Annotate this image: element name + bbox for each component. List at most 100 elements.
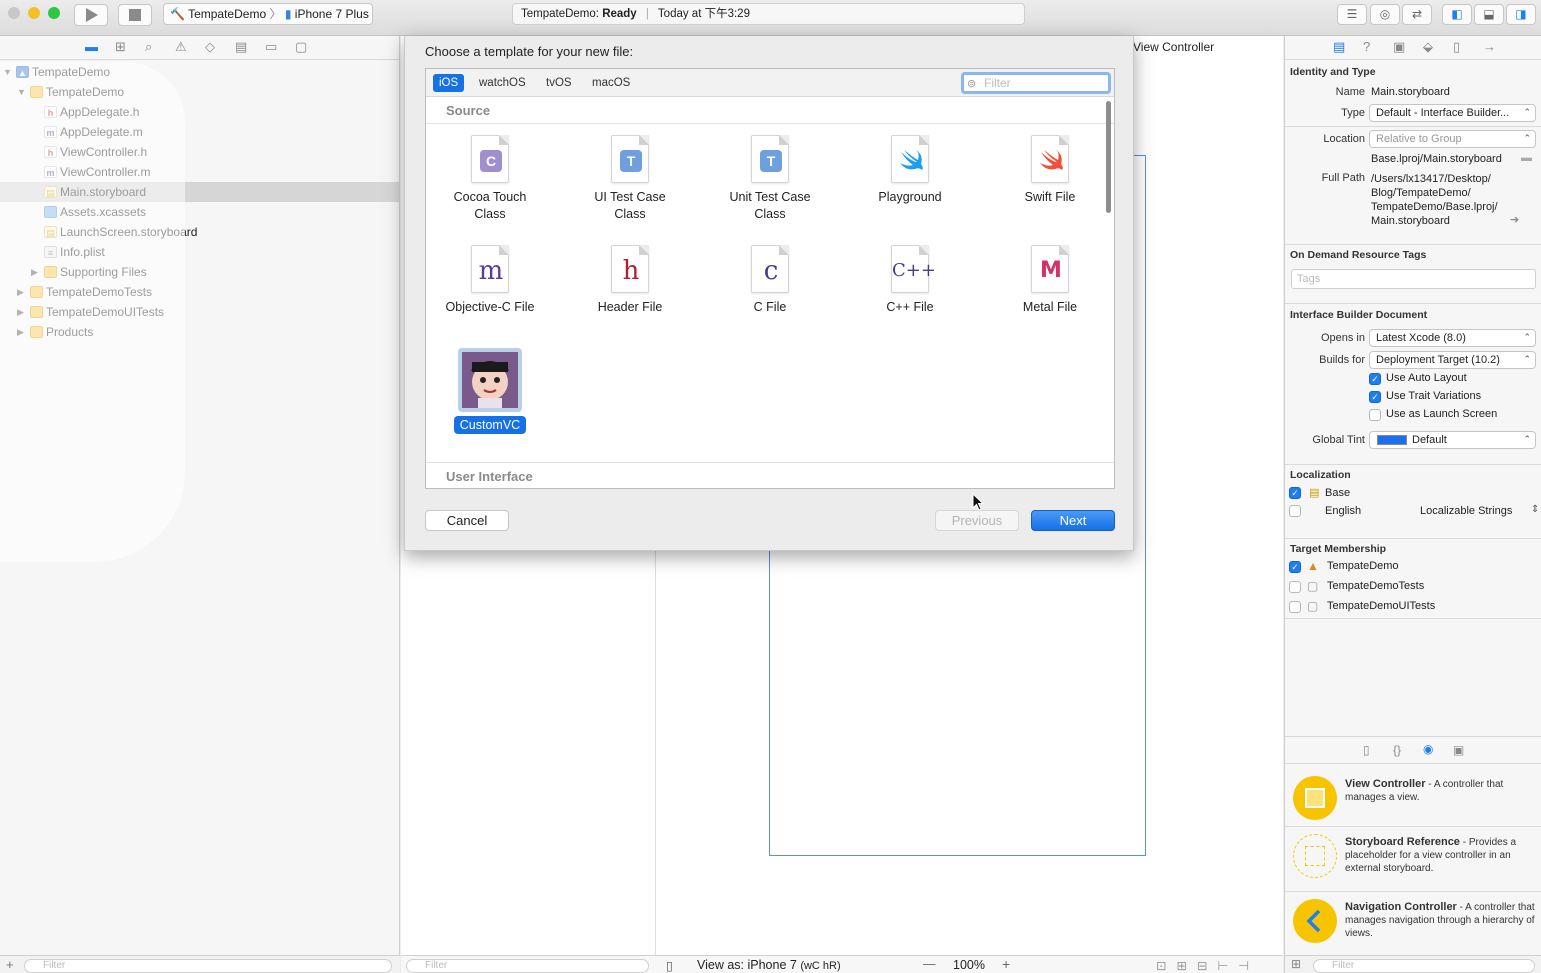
tab-tvos[interactable]: tvOS <box>540 74 578 92</box>
template-item[interactable]: C++ C++ File <box>850 245 970 316</box>
file-tree-row[interactable]: h AppDelegate.h <box>0 102 399 122</box>
disclosure-open-icon[interactable]: ▼ <box>3 62 12 82</box>
folder-icon[interactable]: ▬ <box>85 39 98 54</box>
identity-icon[interactable]: ▣ <box>1393 39 1405 55</box>
library-item[interactable]: View Controller - A controller that mana… <box>1285 770 1541 836</box>
tab-ios[interactable]: iOS <box>433 74 465 92</box>
loc-base-checkbox[interactable]: ✓ <box>1289 487 1301 499</box>
option-checkbox[interactable]: ✓ <box>1369 391 1381 403</box>
template-item[interactable]: M Metal File <box>990 245 1110 316</box>
file-tree-row[interactable]: ▤ Main.storyboard <box>0 182 399 202</box>
tags-input[interactable]: Tags <box>1291 269 1536 289</box>
help-icon[interactable]: ? <box>1363 39 1370 54</box>
disclosure-closed-icon[interactable]: ▶ <box>17 322 24 342</box>
test-icon[interactable]: ◇ <box>205 39 215 55</box>
search-icon[interactable]: ⌕ <box>145 39 152 55</box>
global-tint-popup[interactable]: Default <box>1369 431 1536 449</box>
file-tree-row[interactable]: m ViewController.m <box>0 162 399 182</box>
target-checkbox[interactable] <box>1289 581 1301 593</box>
template-item[interactable]: c C File <box>710 245 830 316</box>
report-icon[interactable]: ▢ <box>295 39 307 55</box>
file-tree-row[interactable]: ▶ TempateDemoTests <box>0 282 399 302</box>
code-snippet-icon[interactable]: {} <box>1393 743 1401 757</box>
file-tree-row[interactable]: ▼ ▲ TempateDemo <box>0 62 399 82</box>
template-item[interactable]: Swift File <box>990 135 1110 206</box>
file-tree-row[interactable]: ▶ Supporting Files <box>0 262 399 282</box>
minimize-window-button[interactable] <box>28 7 40 19</box>
target-checkbox[interactable] <box>1289 601 1301 613</box>
name-value[interactable]: Main.storyboard <box>1371 86 1450 98</box>
standard-editor-button[interactable]: ☰ <box>1337 4 1367 25</box>
debug-icon[interactable]: ▤ <box>235 39 247 55</box>
size-icon[interactable]: ▯ <box>1453 39 1460 55</box>
attributes-icon[interactable]: ⬙ <box>1423 39 1433 55</box>
object-library-icon[interactable]: ◉ <box>1423 742 1433 756</box>
loc-english-checkbox[interactable] <box>1289 505 1301 517</box>
scheme-selector[interactable]: 🔨 TempateDemo 〉 ▮ iPhone 7 Plus <box>163 3 373 25</box>
target-checkbox[interactable]: ✓ <box>1289 561 1301 573</box>
assistant-editor-button[interactable]: ◎ <box>1370 4 1400 25</box>
template-customvc[interactable]: CustomVC <box>430 348 550 434</box>
disclosure-closed-icon[interactable]: ▶ <box>17 282 24 302</box>
zoom-window-button[interactable] <box>48 7 60 19</box>
outline-toggle-icon[interactable]: ▯ <box>666 958 673 973</box>
connections-icon[interactable]: → <box>1483 39 1496 54</box>
version-editor-button[interactable]: ⇄ <box>1402 4 1432 25</box>
file-tree-row[interactable]: ▤ LaunchScreen.storyboard <box>0 222 399 242</box>
zoom-in-button[interactable]: + <box>1002 956 1010 972</box>
warning-icon[interactable]: ⚠ <box>175 39 187 55</box>
zoom-out-button[interactable]: — <box>923 957 936 971</box>
close-window-button[interactable] <box>8 7 20 19</box>
file-tree-row[interactable]: h ViewController.h <box>0 142 399 162</box>
source-control-icon[interactable]: ⊞ <box>115 39 126 55</box>
view-as-label[interactable]: View as: iPhone 7 (wC hR) <box>697 958 841 972</box>
template-filter-input[interactable]: ⊜ Filter <box>961 72 1111 94</box>
template-item[interactable]: C Cocoa Touch Class <box>430 135 550 223</box>
breakpoint-icon[interactable]: ▭ <box>265 39 277 55</box>
disclosure-closed-icon[interactable]: ▶ <box>31 262 38 282</box>
updown-icon[interactable]: ⇕ <box>1531 504 1539 515</box>
file-template-icon[interactable]: ▯ <box>1363 743 1370 757</box>
template-item[interactable]: T Unit Test Case Class <box>710 135 830 223</box>
template-item[interactable]: Playground <box>850 135 970 206</box>
toggle-debug-button[interactable]: ⬓ <box>1474 4 1504 25</box>
library-item[interactable]: Storyboard Reference - Provides a placeh… <box>1285 828 1541 894</box>
toggle-navigator-button[interactable]: ◧ <box>1442 4 1472 25</box>
template-item[interactable]: T UI Test Case Class <box>570 135 690 223</box>
file-tree-row[interactable]: Assets.xcassets <box>0 202 399 222</box>
scheme-device-label[interactable]: iPhone 7 Plus <box>295 7 369 21</box>
tab-watchos[interactable]: watchOS <box>473 74 532 92</box>
file-tree-row[interactable]: ▶ Products <box>0 322 399 342</box>
template-item[interactable]: m Objective-C File <box>430 245 550 316</box>
library-filter-input[interactable]: Filter <box>1313 959 1535 973</box>
stop-button[interactable] <box>118 4 152 26</box>
file-inspector-icon[interactable]: ▤ <box>1333 39 1345 55</box>
layout-tools-icon[interactable]: ⊡⊞⊟⊢⊣ <box>1156 958 1259 973</box>
previous-button[interactable]: Previous <box>935 510 1019 531</box>
next-button[interactable]: Next <box>1031 510 1115 531</box>
reveal-arrow-icon[interactable]: ➔ <box>1510 213 1519 226</box>
template-scrollbar[interactable] <box>1106 101 1111 213</box>
library-item[interactable]: Navigation Controller - A controller tha… <box>1285 893 1541 959</box>
type-popup[interactable]: Default - Interface Builder... <box>1369 104 1536 122</box>
disclosure-closed-icon[interactable]: ▶ <box>17 302 24 322</box>
add-icon[interactable]: + <box>6 957 14 972</box>
tab-macos[interactable]: macOS <box>586 74 636 92</box>
grid-view-icon[interactable]: ⊞ <box>1291 957 1301 971</box>
toggle-inspector-button[interactable]: ◨ <box>1506 4 1536 25</box>
option-checkbox[interactable]: ✓ <box>1369 373 1381 385</box>
loc-english-type[interactable]: Localizable Strings <box>1420 505 1512 517</box>
disclosure-open-icon[interactable]: ▼ <box>17 82 26 102</box>
option-checkbox[interactable] <box>1369 409 1381 421</box>
media-library-icon[interactable]: ▣ <box>1453 743 1464 757</box>
cancel-button[interactable]: Cancel <box>425 510 509 531</box>
run-button[interactable] <box>74 4 108 26</box>
opens-in-popup[interactable]: Latest Xcode (8.0) <box>1369 329 1536 347</box>
file-tree-row[interactable]: ▶ TempateDemoUITests <box>0 302 399 322</box>
file-tree-row[interactable]: ▼ TempateDemo <box>0 82 399 102</box>
outline-filter-input[interactable]: Filter <box>406 959 649 973</box>
navigator-filter-input[interactable]: Filter <box>24 959 392 973</box>
template-item[interactable]: h Header File <box>570 245 690 316</box>
location-popup[interactable]: Relative to Group <box>1369 130 1536 148</box>
file-tree-row[interactable]: ≡ Info.plist <box>0 242 399 262</box>
